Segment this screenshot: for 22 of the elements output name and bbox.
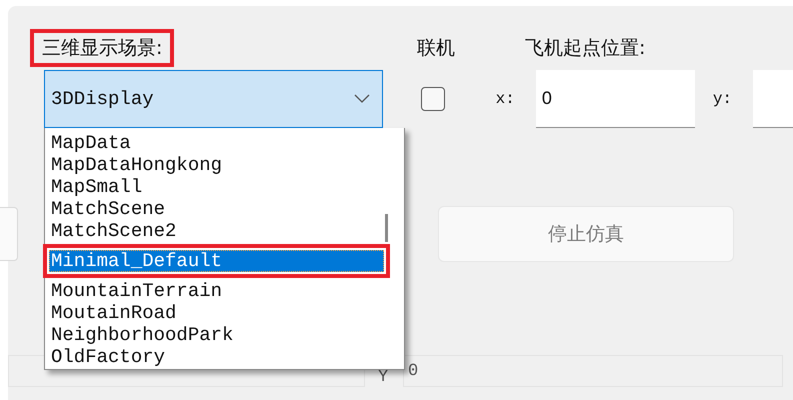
dropdown-item[interactable]: MoutainRoad (49, 302, 384, 324)
scene-dropdown[interactable]: 3DDisplay (44, 70, 383, 128)
y-status-value: 0 (408, 362, 418, 380)
dropdown-item[interactable]: MapData (49, 132, 384, 154)
dropdown-item[interactable]: Minimal_Default (43, 244, 390, 278)
dropdown-item[interactable]: MatchScene (49, 198, 384, 220)
dropdown-item[interactable]: MapSmall (49, 176, 384, 198)
caret-icon (354, 94, 370, 104)
y-status-label: Y (378, 368, 390, 386)
dropdown-item[interactable]: OldFactory (49, 346, 384, 368)
dropdown-item[interactable]: NeighborhoodPark (49, 324, 384, 346)
y-label: y: (712, 90, 734, 108)
scrollbar-thumb[interactable] (385, 214, 388, 242)
y-input[interactable] (753, 70, 793, 128)
dropdown-item[interactable]: MountainTerrain (49, 280, 384, 302)
x-input[interactable]: 0 (536, 70, 695, 128)
start-position-label: 飞机起点位置: (525, 36, 646, 61)
online-label: 联机 (417, 36, 455, 61)
online-checkbox[interactable] (421, 87, 446, 111)
dropdown-item[interactable]: MatchScene2 (49, 220, 384, 242)
dropdown-item[interactable]: MapDataHongkong (49, 154, 384, 176)
x-label: x: (496, 90, 516, 108)
